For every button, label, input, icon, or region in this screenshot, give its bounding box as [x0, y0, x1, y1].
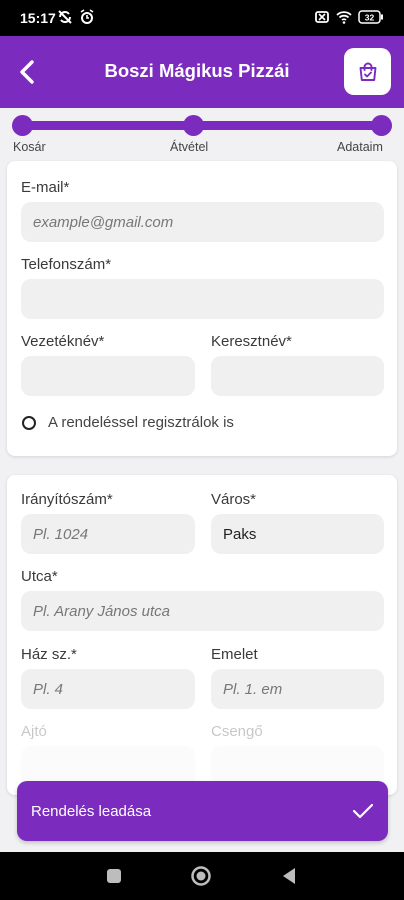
battery-level: 32	[365, 13, 375, 23]
bell-field[interactable]	[211, 746, 384, 786]
step-label-cart: Kosár	[13, 140, 46, 154]
cart-button[interactable]	[344, 48, 391, 95]
lastname-field[interactable]	[21, 356, 195, 396]
firstname-field[interactable]	[211, 356, 384, 396]
house-label: Ház sz.*	[21, 646, 77, 663]
page-title: Boszi Mágikus Pizzái	[104, 60, 290, 81]
shopping-bag-icon	[359, 62, 376, 81]
step-dot-pickup	[183, 115, 204, 136]
status-time: 15:17	[20, 10, 56, 26]
email-field[interactable]: example@gmail.com	[21, 202, 384, 242]
place-order-button[interactable]: Rendelés leadása	[17, 781, 388, 841]
phone-label: Telefonszám*	[21, 256, 112, 273]
door-field[interactable]	[21, 746, 195, 786]
floor-field[interactable]: Pl. 1. em	[211, 669, 384, 709]
step-label-pickup: Átvétel	[170, 140, 209, 154]
step-dot-cart	[12, 115, 33, 136]
place-order-label: Rendelés leadása	[31, 802, 152, 820]
zip-label: Irányítószám*	[21, 491, 113, 508]
sync-off-icon	[58, 10, 72, 24]
alarm-icon	[80, 9, 94, 24]
street-label: Utca*	[21, 568, 58, 585]
system-nav-bar	[0, 852, 404, 900]
sim-off-icon	[315, 11, 329, 23]
email-label: E-mail*	[21, 179, 70, 196]
register-option[interactable]: A rendeléssel regisztrálok is	[22, 414, 234, 431]
app-bar: Boszi Mágikus Pizzái	[0, 36, 404, 108]
firstname-label: Keresztnév*	[211, 333, 292, 350]
check-icon	[352, 803, 374, 819]
lastname-label: Vezetéknév*	[21, 333, 105, 350]
back-nav-icon[interactable]	[281, 867, 297, 885]
city-label: Város*	[211, 491, 257, 508]
door-label: Ajtó	[21, 723, 47, 740]
progress-stepper: Kosár Átvétel Adataim	[0, 108, 404, 160]
wifi-icon	[336, 11, 352, 24]
floor-label: Emelet	[211, 646, 258, 663]
address-card: Irányítószám* Pl. 1024 Város* Paks Utca*…	[7, 475, 397, 795]
register-radio[interactable]	[22, 415, 36, 430]
phone-field[interactable]	[21, 279, 384, 319]
back-arrow-icon	[20, 60, 34, 84]
step-label-details: Adataim	[337, 140, 383, 154]
zip-field[interactable]: Pl. 1024	[21, 514, 195, 554]
back-button[interactable]	[10, 50, 46, 94]
home-icon[interactable]	[190, 865, 212, 887]
contact-card: E-mail* example@gmail.com Telefonszám* V…	[7, 161, 397, 456]
recents-icon[interactable]	[106, 868, 122, 884]
house-field[interactable]: Pl. 4	[21, 669, 195, 709]
city-field[interactable]: Paks	[211, 514, 384, 554]
battery-icon: 32	[358, 10, 383, 24]
bell-label: Csengő	[211, 723, 263, 740]
status-bar: 15:17 32	[0, 0, 404, 36]
step-dot-details	[371, 115, 392, 136]
register-label: A rendeléssel regisztrálok is	[48, 414, 234, 431]
street-field[interactable]: Pl. Arany János utca	[21, 591, 384, 631]
